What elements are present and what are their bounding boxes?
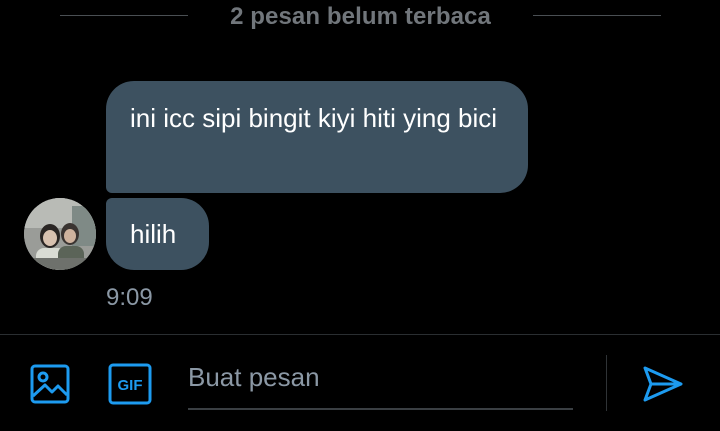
unread-messages-divider: 2 pesan belum terbaca [0, 0, 720, 36]
add-photo-button[interactable] [29, 363, 71, 405]
send-icon [643, 366, 683, 402]
image-icon [30, 364, 70, 404]
message-text: ini icc sipi bingit kiyi hiti ying bici [130, 103, 498, 133]
composer-divider [606, 355, 607, 411]
message-composer: GIF [0, 334, 720, 431]
add-gif-button[interactable]: GIF [108, 363, 152, 405]
divider-line-left [60, 15, 188, 16]
send-button[interactable] [641, 364, 685, 404]
gif-label: GIF [118, 377, 143, 394]
unread-messages-label: 2 pesan belum terbaca [230, 3, 491, 30]
message-input[interactable] [188, 355, 573, 410]
message-bubble[interactable]: hilih [106, 198, 209, 270]
gif-icon: GIF [108, 363, 152, 405]
message-bubble[interactable]: ini icc sipi bingit kiyi hiti ying bici [106, 81, 528, 193]
message-timestamp: 9:09 [106, 284, 153, 311]
divider-line-right [533, 15, 661, 16]
message-text: hilih [130, 219, 177, 249]
avatar-photo [24, 198, 96, 270]
avatar[interactable] [24, 198, 96, 270]
